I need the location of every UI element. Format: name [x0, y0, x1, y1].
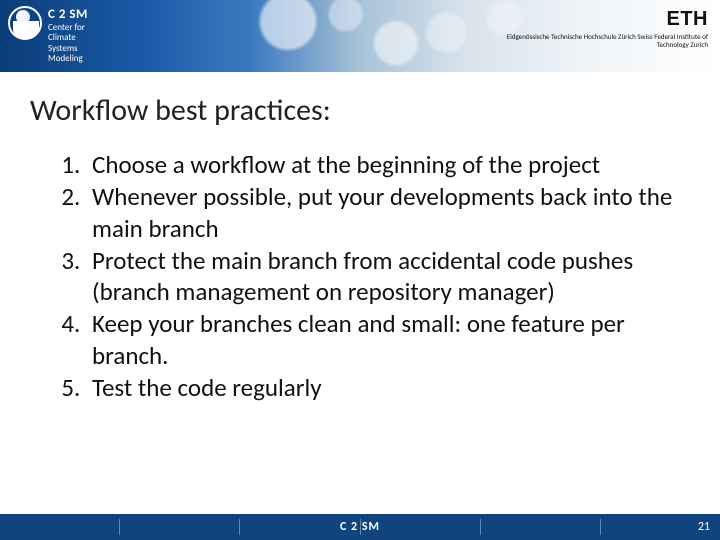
list-item: Whenever possible, put your developments…: [86, 181, 690, 244]
c2sm-logo-mark: [8, 6, 42, 40]
header-banner: C 2 SM Center for Climate Systems Modeli…: [0, 0, 720, 72]
c2sm-logo: C 2 SM Center for Climate Systems Modeli…: [8, 6, 108, 66]
best-practices-list: Choose a workflow at the beginning of th…: [30, 149, 690, 403]
list-item: Choose a workflow at the beginning of th…: [86, 149, 690, 180]
footer-segment: [481, 519, 601, 535]
c2sm-acronym: C 2 SM: [48, 8, 108, 23]
list-item: Protect the main branch from accidental …: [86, 245, 690, 308]
footer-segment: [0, 519, 120, 535]
list-item: Keep your branches clean and small: one …: [86, 308, 690, 371]
page-number: 21: [698, 520, 710, 534]
slide-title: Workflow best practices:: [30, 92, 690, 129]
c2sm-subline2: Systems Modeling: [48, 44, 108, 65]
eth-wordmark: ETH: [498, 8, 708, 31]
content-area: Workflow best practices: Choose a workfl…: [0, 72, 720, 540]
list-item: Test the code regularly: [86, 372, 690, 403]
footer-center-label: C 2 SM: [340, 520, 380, 534]
c2sm-logo-text: C 2 SM Center for Climate Systems Modeli…: [48, 6, 108, 64]
footer-segment: [120, 519, 240, 535]
eth-subline: Eidgenössische Technische Hochschule Zür…: [498, 33, 708, 48]
slide: C 2 SM Center for Climate Systems Modeli…: [0, 0, 720, 540]
footer-bar: C 2 SM 21: [0, 514, 720, 540]
c2sm-subline1: Center for Climate: [48, 23, 108, 44]
eth-logo: ETH Eidgenössische Technische Hochschule…: [498, 8, 708, 48]
